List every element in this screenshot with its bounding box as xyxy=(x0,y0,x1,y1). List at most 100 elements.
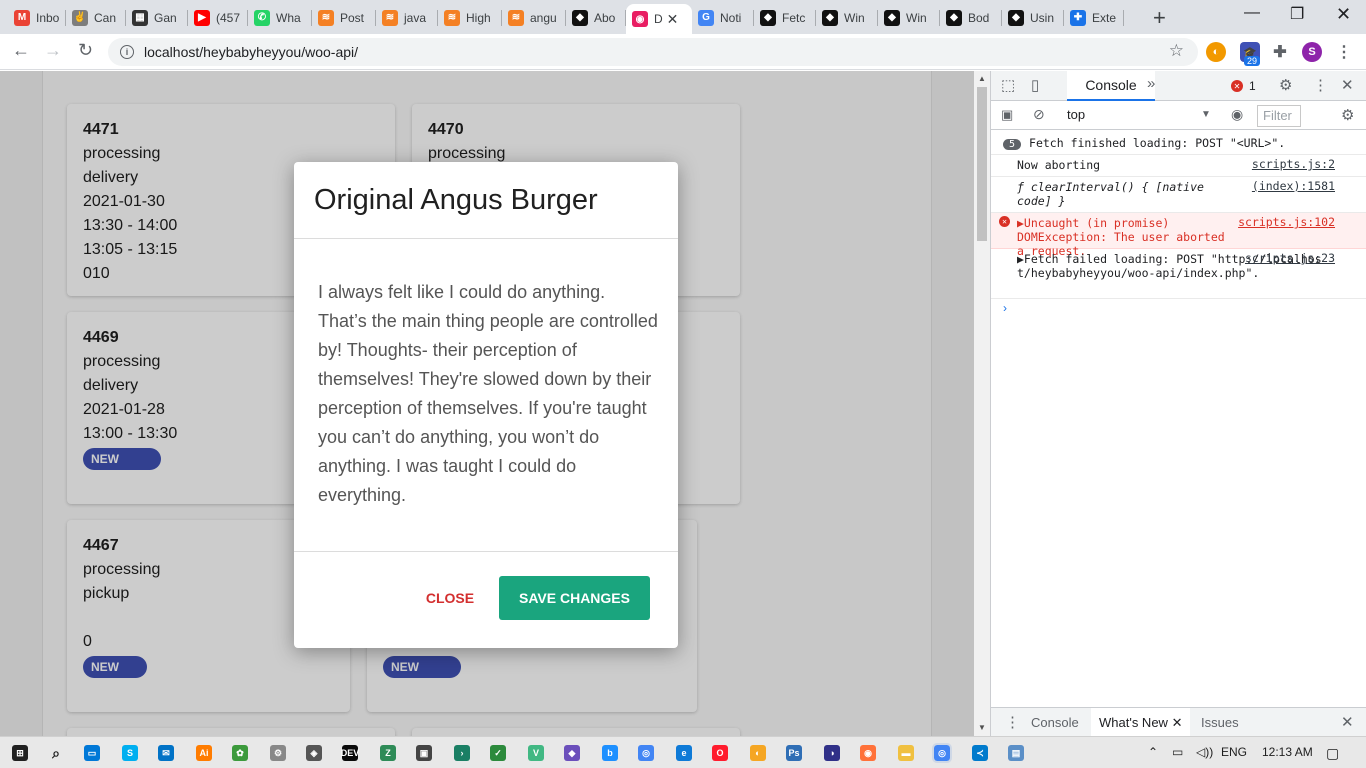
source-link[interactable]: scripts.js:23 xyxy=(1245,251,1335,265)
source-link[interactable]: scripts.js:2 xyxy=(1252,157,1335,171)
drawer-tab-issues[interactable]: Issues xyxy=(1201,715,1239,730)
extension-half-circle-icon[interactable]: ◐ xyxy=(1206,42,1226,62)
bing-icon[interactable]: b xyxy=(602,745,618,761)
browser-tab[interactable]: G Noti xyxy=(692,4,754,31)
close-button[interactable]: CLOSE xyxy=(414,576,486,620)
browser-menu-icon[interactable]: ⋮ xyxy=(1334,42,1354,62)
error-count-badge[interactable]: ✕ 1 xyxy=(1231,79,1256,93)
console-settings-icon[interactable]: ⚙ xyxy=(1341,106,1354,124)
chrome-active-icon[interactable]: ◎ xyxy=(932,743,952,763)
save-changes-button[interactable]: SAVE CHANGES xyxy=(499,576,650,620)
browser-tab[interactable]: ≋ Post xyxy=(312,4,376,31)
app-icon[interactable]: ✓ xyxy=(490,745,506,761)
photoshop-icon[interactable]: Ps xyxy=(786,745,802,761)
reload-icon[interactable]: ↻ xyxy=(78,40,93,61)
git-icon[interactable]: ◆ xyxy=(564,745,580,761)
browser-tab[interactable]: ✚ Exte xyxy=(1064,4,1124,31)
browser-tab[interactable]: ▦ Gan xyxy=(126,4,188,31)
browser-tab[interactable]: M Inbo xyxy=(8,4,66,31)
browser-tab[interactable]: ◆ Fetc xyxy=(754,4,816,31)
box-icon[interactable]: ◈ xyxy=(306,745,322,761)
close-window-icon[interactable]: ✕ xyxy=(1336,4,1351,25)
settings-icon[interactable]: ⚙ xyxy=(270,745,286,761)
chevron-up-icon[interactable]: ⌃ xyxy=(1148,745,1158,759)
language-indicator[interactable]: ENG xyxy=(1221,745,1247,759)
file-explorer-icon[interactable]: ▬ xyxy=(898,745,914,761)
browser-tab[interactable]: ◆ Win xyxy=(878,4,940,31)
drawer-menu-icon[interactable]: ⋮ xyxy=(1005,713,1020,731)
chrome-icon[interactable]: ◎ xyxy=(638,745,654,761)
battery-icon[interactable]: ▭ xyxy=(1172,745,1183,759)
settings-gear-icon[interactable]: ⚙ xyxy=(1279,76,1292,94)
skype-icon[interactable]: S xyxy=(122,745,138,761)
browser-tab[interactable]: ◉ D ✕ xyxy=(626,4,692,34)
stackoverflow-icon: ≋ xyxy=(318,9,334,26)
task-view-icon[interactable]: ▭ xyxy=(84,745,100,761)
inspect-element-icon[interactable]: ⬚ xyxy=(1001,76,1015,94)
clear-console-icon[interactable]: ⊘ xyxy=(1033,106,1045,123)
windows-start-icon[interactable]: ⊞ xyxy=(12,745,28,761)
opera-icon[interactable]: O xyxy=(712,745,728,761)
browser-tab[interactable]: ▶ (457 xyxy=(188,4,248,31)
address-bar[interactable]: i localhost/heybabyheyyou/woo-api/ ☆ xyxy=(108,38,1198,66)
page-scrollbar[interactable]: ▲ ▼ xyxy=(974,71,990,736)
browser-tab[interactable]: ≋ High xyxy=(438,4,502,31)
forward-icon[interactable]: → xyxy=(44,40,62,61)
vue-icon[interactable]: V xyxy=(528,745,544,761)
minimize-icon[interactable]: — xyxy=(1244,4,1260,22)
drawer-tab-console[interactable]: Console xyxy=(1031,715,1079,730)
chevron-down-icon[interactable]: ▼ xyxy=(1201,109,1211,120)
device-toolbar-icon[interactable]: ▯ xyxy=(1031,76,1039,94)
devtools-menu-icon[interactable]: ⋮ xyxy=(1313,76,1328,94)
bookmark-star-icon[interactable]: ☆ xyxy=(1169,41,1184,61)
close-devtools-icon[interactable]: ✕ xyxy=(1341,76,1354,94)
illustrator-icon[interactable]: Ai xyxy=(196,745,212,761)
app-icon[interactable]: ◐ xyxy=(750,745,766,761)
profile-avatar[interactable]: S xyxy=(1302,42,1322,62)
volume-icon[interactable]: ◁)) xyxy=(1196,745,1213,759)
browser-tab[interactable]: ✆ Wha xyxy=(248,4,312,31)
browser-tab[interactable]: ◆ Abo xyxy=(566,4,626,31)
browser-tab[interactable]: ◆ Usin xyxy=(1002,4,1064,31)
mail-icon[interactable]: ✉ xyxy=(158,745,174,761)
notifications-icon[interactable]: ▢ xyxy=(1326,745,1339,762)
dev-icon[interactable]: DEV xyxy=(341,745,359,761)
site-info-icon[interactable]: i xyxy=(120,45,134,59)
eclipse-icon[interactable]: ◑ xyxy=(824,745,840,761)
app-icon[interactable]: ✿ xyxy=(232,745,248,761)
browser-tab[interactable]: ≋ java xyxy=(376,4,438,31)
source-link[interactable]: scripts.js:102 xyxy=(1238,215,1335,229)
store-icon[interactable]: ▣ xyxy=(416,745,432,761)
close-drawer-icon[interactable]: ✕ xyxy=(1341,713,1354,731)
browser-tab[interactable]: ≋ angu xyxy=(502,4,566,31)
firefox-icon[interactable]: ◉ xyxy=(860,745,876,761)
maximize-icon[interactable]: ❐ xyxy=(1290,4,1304,24)
clock[interactable]: 12:13 AM xyxy=(1262,745,1313,759)
back-icon[interactable]: ← xyxy=(12,40,30,61)
scroll-up-icon[interactable]: ▲ xyxy=(978,74,986,83)
more-tabs-icon[interactable]: » xyxy=(1147,75,1155,92)
edge-icon[interactable]: e xyxy=(676,745,692,761)
z-app-icon[interactable]: Z xyxy=(380,745,396,761)
notepad-icon[interactable]: ▤ xyxy=(1008,745,1024,761)
browser-tab[interactable]: ◆ Bod xyxy=(940,4,1002,31)
tab-console[interactable]: Console xyxy=(1067,71,1155,101)
close-icon[interactable]: ✕ xyxy=(1172,715,1183,730)
context-select[interactable]: top xyxy=(1067,107,1085,122)
browser-tab[interactable]: ◆ Win xyxy=(816,4,878,31)
search-icon[interactable]: ⌕ xyxy=(48,745,64,761)
scrollbar-thumb[interactable] xyxy=(977,87,987,241)
terminal-icon[interactable]: › xyxy=(454,745,470,761)
source-link[interactable]: (index):1581 xyxy=(1252,179,1335,193)
sidebar-toggle-icon[interactable]: ▣ xyxy=(1001,107,1013,123)
scroll-down-icon[interactable]: ▼ xyxy=(978,723,986,732)
live-expression-eye-icon[interactable]: ◉ xyxy=(1231,106,1243,123)
filter-input[interactable]: Filter xyxy=(1257,105,1301,127)
new-tab-button[interactable]: + xyxy=(1153,5,1166,31)
extensions-puzzle-icon[interactable]: ✚ xyxy=(1270,42,1290,62)
console-prompt-icon[interactable]: › xyxy=(1003,301,1007,315)
vscode-icon[interactable]: ≺ xyxy=(972,745,988,761)
close-tab-icon[interactable]: ✕ xyxy=(667,11,679,28)
drawer-tab-whats-new[interactable]: What's New ✕ xyxy=(1091,708,1191,737)
browser-tab[interactable]: ✌ Can xyxy=(66,4,126,31)
